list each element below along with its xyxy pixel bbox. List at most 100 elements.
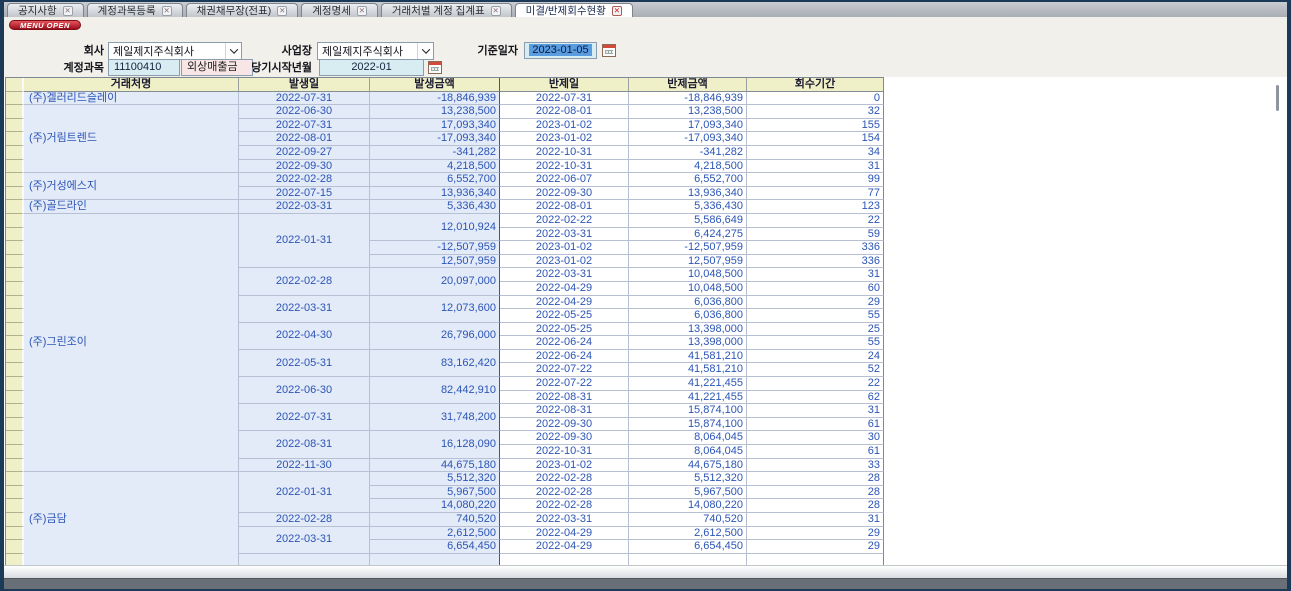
cell-occurrence-amount[interactable]: 5,967,500 [370, 486, 500, 500]
company-select[interactable]: 제일제지주식회사 [108, 42, 242, 60]
cell-occurrence-amount[interactable]: 17,093,340 [370, 119, 500, 133]
cell-collection-days[interactable]: 29 [747, 296, 884, 310]
cell-occurrence-date[interactable]: 2022-02-28 [239, 268, 370, 295]
row-selector[interactable] [6, 200, 24, 214]
cell-customer-name[interactable]: (주)겔러리드슬레이 [24, 92, 239, 106]
cell-occurrence-date[interactable]: 2022-09-27 [239, 146, 370, 160]
cell-occurrence-amount[interactable]: 740,520 [370, 513, 500, 527]
cell-occurrence-amount[interactable]: 4,218,500 [370, 160, 500, 174]
cell-settlement-date[interactable]: 2022-02-28 [500, 472, 629, 486]
cell-settlement-date[interactable]: 2022-09-30 [500, 187, 629, 201]
cell-settlement-date[interactable]: 2022-08-01 [500, 105, 629, 119]
cell-occurrence-date[interactable]: 2022-03-31 [239, 296, 370, 323]
cell-collection-days[interactable]: 32 [747, 105, 884, 119]
cell-settlement-date[interactable]: 2022-08-31 [500, 404, 629, 418]
cell-settlement-date[interactable]: 2023-01-02 [500, 255, 629, 269]
cell-settlement-date[interactable]: 2022-09-30 [500, 431, 629, 445]
cell-occurrence-date[interactable]: 2022-02-28 [239, 173, 370, 187]
cell-occurrence-date[interactable]: 2022-07-15 [239, 187, 370, 201]
cell-settlement-date[interactable]: 2022-06-24 [500, 350, 629, 364]
cell-occurrence-amount[interactable]: 13,238,500 [370, 105, 500, 119]
cell-collection-days[interactable]: 336 [747, 255, 884, 269]
chevron-down-icon[interactable] [225, 43, 241, 59]
cell-collection-days[interactable]: 99 [747, 173, 884, 187]
cell-collection-days[interactable]: 77 [747, 187, 884, 201]
cell-settlement-amount[interactable]: 14,080,220 [629, 499, 747, 513]
cell-collection-days[interactable]: 28 [747, 486, 884, 500]
cell-occurrence-amount[interactable]: 14,080,220 [370, 499, 500, 513]
base-date-input[interactable]: 2023-01-05 [524, 42, 597, 59]
cell-customer-name[interactable]: (주)거성에스지 [24, 173, 239, 200]
cell-occurrence-date[interactable]: 2022-08-31 [239, 431, 370, 458]
cell-occurrence-amount[interactable]: 12,010,924 [370, 214, 500, 241]
cell-collection-days[interactable]: 30 [747, 431, 884, 445]
cell-settlement-date[interactable]: 2022-03-31 [500, 228, 629, 242]
cell-occurrence-date[interactable]: 2022-02-28 [239, 513, 370, 527]
cell-settlement-amount[interactable]: 15,874,100 [629, 404, 747, 418]
cell-occurrence-date[interactable]: 2022-11-30 [239, 459, 370, 473]
cell-settlement-date[interactable]: 2022-02-28 [500, 486, 629, 500]
cell-occurrence-amount[interactable]: 2,612,500 [370, 527, 500, 541]
period-input[interactable]: 2022-01 [319, 59, 424, 76]
tab-close-icon[interactable]: ✕ [277, 6, 287, 16]
tab-close-icon[interactable]: ✕ [63, 6, 73, 16]
cell-settlement-date[interactable]: 2022-10-31 [500, 146, 629, 160]
row-selector[interactable] [6, 214, 24, 228]
cell-settlement-amount[interactable]: 6,424,275 [629, 228, 747, 242]
tab-6[interactable]: 미결/반제회수현황✕ [515, 3, 633, 17]
cell-settlement-amount[interactable]: 6,552,700 [629, 173, 747, 187]
cell-collection-days[interactable]: 0 [747, 92, 884, 106]
cell-settlement-date[interactable]: 2022-08-31 [500, 391, 629, 405]
cell-settlement-amount[interactable]: 13,398,000 [629, 323, 747, 337]
cell-collection-days[interactable]: 22 [747, 214, 884, 228]
cell-occurrence-amount[interactable]: 5,512,320 [370, 472, 500, 486]
row-selector[interactable] [6, 350, 24, 364]
cell-settlement-amount[interactable]: 13,936,340 [629, 187, 747, 201]
row-selector[interactable] [6, 160, 24, 174]
row-selector[interactable] [6, 459, 24, 473]
cell-collection-days[interactable]: 31 [747, 268, 884, 282]
tab-2[interactable]: 계정과목등록✕ [87, 3, 183, 17]
cell-settlement-date[interactable]: 2022-04-29 [500, 527, 629, 541]
cell-collection-days[interactable]: 60 [747, 282, 884, 296]
cell-occurrence-amount[interactable]: 16,128,090 [370, 431, 500, 458]
cell-collection-days[interactable]: 55 [747, 336, 884, 350]
cell-settlement-amount[interactable]: 6,654,450 [629, 540, 747, 554]
cell-occurrence-amount[interactable]: 83,162,420 [370, 350, 500, 377]
cell-occurrence-date[interactable] [239, 554, 370, 565]
cell-collection-days[interactable]: 22 [747, 377, 884, 391]
row-selector[interactable] [6, 431, 24, 445]
cell-collection-days[interactable]: 33 [747, 459, 884, 473]
cell-settlement-amount[interactable]: 5,586,649 [629, 214, 747, 228]
cell-collection-days[interactable]: 62 [747, 391, 884, 405]
row-selector[interactable] [6, 391, 24, 405]
row-selector[interactable] [6, 472, 24, 486]
cell-settlement-amount[interactable]: 44,675,180 [629, 459, 747, 473]
cell-settlement-amount[interactable]: 10,048,500 [629, 268, 747, 282]
cell-occurrence-date[interactable]: 2022-04-30 [239, 323, 370, 350]
cell-settlement-date[interactable]: 2023-01-02 [500, 119, 629, 133]
row-selector[interactable] [6, 309, 24, 323]
cell-settlement-amount[interactable]: 15,874,100 [629, 418, 747, 432]
cell-settlement-amount[interactable]: -18,846,939 [629, 92, 747, 106]
cell-settlement-date[interactable]: 2022-07-22 [500, 363, 629, 377]
cell-settlement-date[interactable]: 2022-09-30 [500, 418, 629, 432]
cell-settlement-amount[interactable]: 740,520 [629, 513, 747, 527]
row-selector[interactable] [6, 296, 24, 310]
cell-settlement-amount[interactable]: 12,507,959 [629, 255, 747, 269]
horizontal-scrollbar[interactable] [4, 565, 1287, 578]
cell-collection-days[interactable] [747, 554, 884, 565]
cell-settlement-amount[interactable]: 41,221,455 [629, 391, 747, 405]
row-selector[interactable] [6, 486, 24, 500]
cell-settlement-date[interactable]: 2022-10-31 [500, 445, 629, 459]
cell-occurrence-date[interactable]: 2022-09-30 [239, 160, 370, 174]
tab-5[interactable]: 거래처별 계정 집계표✕ [381, 3, 512, 17]
cell-collection-days[interactable]: 59 [747, 228, 884, 242]
cell-settlement-date[interactable]: 2022-04-29 [500, 540, 629, 554]
row-selector[interactable] [6, 527, 24, 541]
row-selector[interactable] [6, 554, 24, 565]
chevron-down-icon[interactable] [417, 43, 433, 59]
cell-occurrence-amount[interactable]: 5,336,430 [370, 200, 500, 214]
row-selector[interactable] [6, 499, 24, 513]
cell-occurrence-date[interactable]: 2022-03-31 [239, 200, 370, 214]
